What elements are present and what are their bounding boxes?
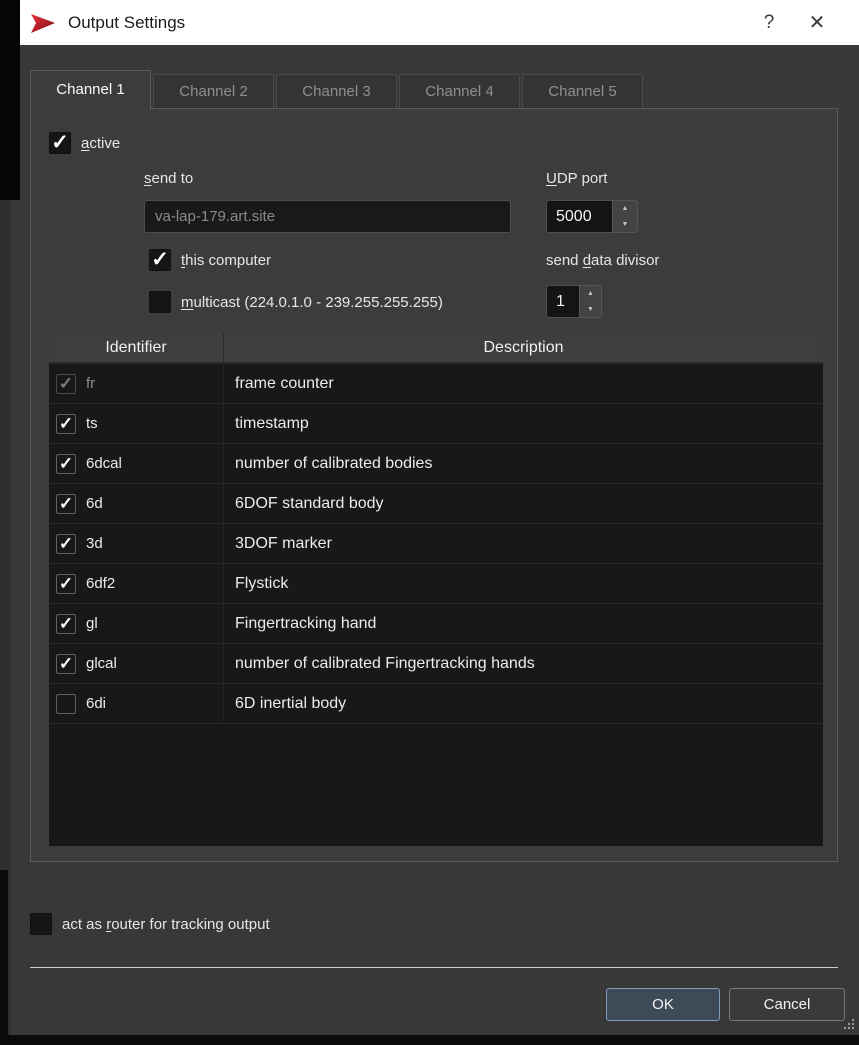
row-identifier: 6df2 <box>86 575 115 592</box>
window-title: Output Settings <box>68 13 185 33</box>
row-description: 6DOF standard body <box>224 484 823 523</box>
row-description: timestamp <box>224 404 823 443</box>
table-row-gl[interactable]: ✓ gl Fingertracking hand <box>49 604 823 644</box>
row-checkbox[interactable]: ✓ <box>56 654 76 674</box>
row-identifier: 6di <box>86 695 106 712</box>
screen: Output Settings ? ✕ Channel 1Channel 2Ch… <box>0 0 859 1045</box>
tab-channel-3[interactable]: Channel 3 <box>276 74 397 109</box>
spinner-down-icon[interactable]: ▼ <box>580 302 601 318</box>
tab-channel-5[interactable]: Channel 5 <box>522 74 643 109</box>
table-row-3d[interactable]: ✓ 3d 3DOF marker <box>49 524 823 564</box>
row-description: Flystick <box>224 564 823 603</box>
send-to-label: send to <box>144 170 193 187</box>
cancel-button[interactable]: Cancel <box>729 988 845 1021</box>
row-identifier: gl <box>86 615 98 632</box>
spinner-up-icon[interactable]: ▲ <box>613 201 637 217</box>
table-row-6d[interactable]: ✓ 6d 6DOF standard body <box>49 484 823 524</box>
row-identifier: fr <box>86 375 95 392</box>
row-identifier: ts <box>86 415 98 432</box>
titlebar: Output Settings ? ✕ <box>20 0 859 45</box>
udp-port-spinner: 5000 ▲ ▼ <box>546 200 638 233</box>
multicast-checkbox[interactable] <box>149 291 171 313</box>
row-description: number of calibrated bodies <box>224 444 823 483</box>
send-data-divisor-spin-buttons: ▲ ▼ <box>579 285 602 318</box>
tab-channel-2[interactable]: Channel 2 <box>153 74 274 109</box>
row-checkbox[interactable]: ✓ <box>56 534 76 554</box>
udp-port-spin-buttons: ▲ ▼ <box>612 200 638 233</box>
send-to-input[interactable]: va-lap-179.art.site <box>144 200 511 233</box>
tab-channel-1[interactable]: Channel 1 <box>30 70 151 110</box>
desktop-background <box>0 1035 859 1045</box>
udp-port-input[interactable]: 5000 <box>546 200 612 233</box>
row-description: 3DOF marker <box>224 524 823 563</box>
table-header: Identifier Description <box>49 333 823 364</box>
desktop-background <box>0 0 20 200</box>
row-identifier: 3d <box>86 535 103 552</box>
udp-port-label: UDP port <box>546 170 607 187</box>
row-description: Fingertracking hand <box>224 604 823 643</box>
row-checkbox[interactable]: ✓ <box>56 414 76 434</box>
this-computer-checkbox[interactable]: ✓ <box>149 249 171 271</box>
desktop-background <box>0 870 8 1045</box>
row-description: 6D inertial body <box>224 684 823 723</box>
row-checkbox[interactable]: ✓ <box>56 454 76 474</box>
act-as-router-checkbox[interactable] <box>30 913 52 935</box>
column-header-identifier: Identifier <box>49 333 224 362</box>
row-identifier: glcal <box>86 655 117 672</box>
table-row-6di[interactable]: 6di 6D inertial body <box>49 684 823 724</box>
row-checkbox: ✓ <box>56 374 76 394</box>
ok-button[interactable]: OK <box>606 988 720 1021</box>
active-label: active <box>81 135 120 152</box>
row-checkbox[interactable]: ✓ <box>56 614 76 634</box>
send-data-divisor-label: send data divisor <box>546 252 659 269</box>
output-settings-dialog: Channel 1Channel 2Channel 3Channel 4Chan… <box>10 45 859 1035</box>
identifier-table: Identifier Description ✓frframe counter✓… <box>49 333 823 846</box>
table-row-fr[interactable]: ✓ fr frame counter <box>49 364 823 404</box>
this-computer-label: this computer <box>181 252 271 269</box>
tab-channel-4[interactable]: Channel 4 <box>399 74 520 109</box>
table-row-6df2[interactable]: ✓ 6df2 Flystick <box>49 564 823 604</box>
row-identifier: 6d <box>86 495 103 512</box>
help-icon[interactable]: ? <box>749 12 789 34</box>
send-data-divisor-input[interactable]: 1 <box>546 285 579 318</box>
column-header-description: Description <box>224 333 823 362</box>
row-identifier: 6dcal <box>86 455 122 472</box>
table-row-ts[interactable]: ✓ ts timestamp <box>49 404 823 444</box>
footer-divider <box>30 967 838 968</box>
row-checkbox[interactable]: ✓ <box>56 494 76 514</box>
spinner-up-icon[interactable]: ▲ <box>580 286 601 302</box>
send-data-divisor-spinner: 1 ▲ ▼ <box>546 285 602 318</box>
active-checkbox[interactable]: ✓ <box>49 132 71 154</box>
multicast-label: multicast (224.0.1.0 - 239.255.255.255) <box>181 294 443 311</box>
spinner-down-icon[interactable]: ▼ <box>613 217 637 233</box>
table-row-6dcal[interactable]: ✓ 6dcal number of calibrated bodies <box>49 444 823 484</box>
channel-1-pane: ✓ active send to va-lap-179.art.site UDP… <box>30 108 838 862</box>
row-description: number of calibrated Fingertracking hand… <box>224 644 823 683</box>
act-as-router-label: act as router for tracking output <box>62 916 270 933</box>
close-icon[interactable]: ✕ <box>789 10 845 35</box>
table-row-glcal[interactable]: ✓ glcal number of calibrated Fingertrackin… <box>49 644 823 684</box>
row-checkbox[interactable]: ✓ <box>56 574 76 594</box>
resize-grip-icon[interactable] <box>841 1016 856 1031</box>
row-description: frame counter <box>224 364 823 403</box>
row-checkbox[interactable] <box>56 694 76 714</box>
app-logo-icon <box>30 11 56 35</box>
